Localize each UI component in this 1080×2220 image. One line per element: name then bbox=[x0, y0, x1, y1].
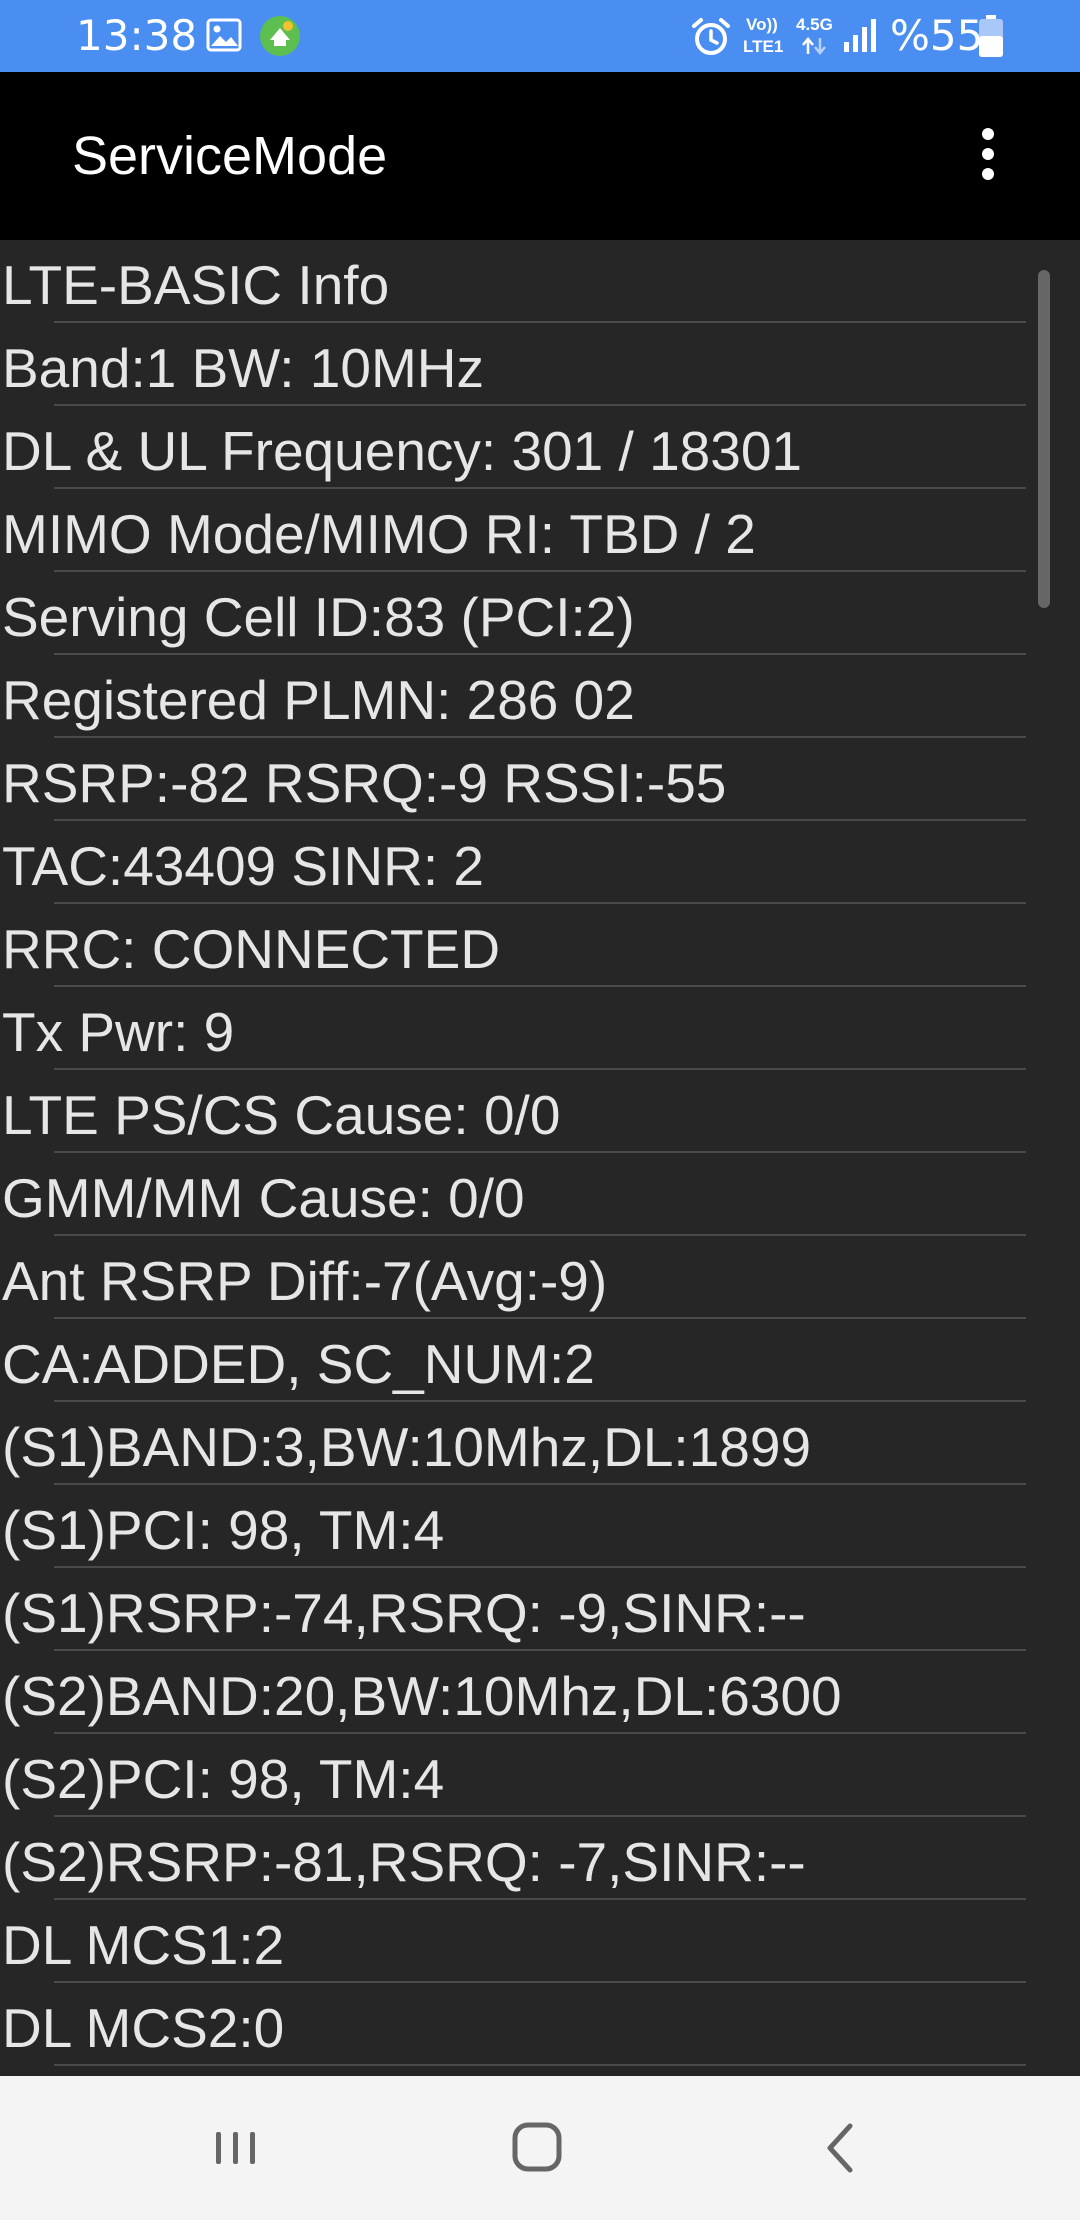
list-item: (S1)BAND:3,BW:10Mhz,DL:1899 bbox=[0, 1402, 1080, 1485]
list-item: CA:ADDED, SC_NUM:2 bbox=[0, 1319, 1080, 1402]
info-list[interactable]: LTE-BASIC Info Band:1 BW: 10MHz DL & UL Fr… bbox=[0, 240, 1080, 2076]
list-item: Serving Cell ID:83 (PCI:2) bbox=[0, 572, 1080, 655]
list-item: Tx Pwr: 9 bbox=[0, 987, 1080, 1070]
list-item: (S2)BAND:20,BW:10Mhz,DL:6300 bbox=[0, 1651, 1080, 1734]
list-item: Ant RSRP Diff:-7(Avg:-9) bbox=[0, 1236, 1080, 1319]
list-item-text: (S1)RSRP:-74,RSRQ: -9,SINR:-- bbox=[2, 1582, 806, 1644]
back-icon[interactable] bbox=[806, 2112, 878, 2184]
list-item: Band:1 BW: 10MHz bbox=[0, 323, 1080, 406]
network-gen-label: 4.5G bbox=[796, 15, 833, 34]
list-item: (S1)PCI: 98, TM:4 bbox=[0, 1485, 1080, 1568]
list-item-text: Band:1 BW: 10MHz bbox=[2, 337, 484, 399]
list-item: (S2)RSRP:-81,RSRQ: -7,SINR:-- bbox=[0, 1817, 1080, 1900]
battery-icon bbox=[978, 14, 1004, 63]
list-item-text: (S1)BAND:3,BW:10Mhz,DL:1899 bbox=[2, 1416, 812, 1478]
list-item-text: CA:ADDED, SC_NUM:2 bbox=[2, 1333, 595, 1395]
list-item-text: RRC: CONNECTED bbox=[2, 918, 501, 980]
battery-percent: %55 bbox=[890, 11, 984, 60]
list-item: (S1)RSRP:-74,RSRQ: -9,SINR:-- bbox=[0, 1568, 1080, 1651]
lte-label: LTE1 bbox=[743, 37, 784, 56]
list-item-text: (S2)BAND:20,BW:10Mhz,DL:6300 bbox=[2, 1665, 842, 1727]
screen: 13:38 Vo)) LTE1 4.5G %55 ServiceMode LTE… bbox=[0, 0, 1080, 2220]
status-bar: 13:38 Vo)) LTE1 4.5G %55 bbox=[0, 0, 1080, 72]
alarm-icon bbox=[690, 16, 732, 63]
app-notification-icon bbox=[258, 14, 302, 63]
gallery-icon bbox=[206, 18, 242, 57]
list-item-text: Serving Cell ID:83 (PCI:2) bbox=[2, 586, 635, 648]
list-item-text: DL MCS2:0 bbox=[2, 1997, 285, 2059]
list-item-text: DL & UL Frequency: 301 / 18301 bbox=[2, 420, 803, 482]
status-time: 13:38 bbox=[76, 11, 198, 60]
home-icon[interactable] bbox=[502, 2112, 574, 2184]
list-item-text: LTE-BASIC Info bbox=[2, 254, 390, 316]
list-item-text: (S2)PCI: 98, TM:4 bbox=[2, 1748, 445, 1810]
list-item: LTE-BASIC Info bbox=[0, 240, 1080, 323]
list-item: (S2)PCI: 98, TM:4 bbox=[0, 1734, 1080, 1817]
list-item-text: Ant RSRP Diff:-7(Avg:-9) bbox=[2, 1250, 608, 1312]
nav-bar bbox=[0, 2076, 1080, 2220]
list-item: RRC: CONNECTED bbox=[0, 904, 1080, 987]
scrollbar[interactable] bbox=[1038, 270, 1050, 608]
list-item: RSRP:-82 RSRQ:-9 RSSI:-55 bbox=[0, 738, 1080, 821]
list-item-text: TAC:43409 SINR: 2 bbox=[2, 835, 484, 897]
list-item: GMM/MM Cause: 0/0 bbox=[0, 1153, 1080, 1236]
list-item-text: LTE PS/CS Cause: 0/0 bbox=[2, 1084, 561, 1146]
list-item-text: Registered PLMN: 286 02 bbox=[2, 669, 635, 731]
signal-icon bbox=[842, 18, 878, 59]
list-item: DL MCS2:0 bbox=[0, 1983, 1080, 2066]
more-vert-icon[interactable] bbox=[960, 122, 1016, 186]
list-item bbox=[0, 2066, 1080, 2076]
list-item-text: (S2)RSRP:-81,RSRQ: -7,SINR:-- bbox=[2, 1831, 806, 1893]
list-item: TAC:43409 SINR: 2 bbox=[0, 821, 1080, 904]
list-item-text: DL MCS1:2 bbox=[2, 1914, 285, 1976]
list-item: LTE PS/CS Cause: 0/0 bbox=[0, 1070, 1080, 1153]
list-item-text: MIMO Mode/MIMO RI: TBD / 2 bbox=[2, 503, 756, 565]
app-title: ServiceMode bbox=[72, 126, 388, 186]
volte-icon: Vo)) bbox=[746, 15, 778, 34]
list-item-text: GMM/MM Cause: 0/0 bbox=[2, 1167, 525, 1229]
app-bar: ServiceMode bbox=[0, 72, 1080, 240]
list-item: MIMO Mode/MIMO RI: TBD / 2 bbox=[0, 489, 1080, 572]
list-item: DL MCS1:2 bbox=[0, 1900, 1080, 1983]
list-item-text: RSRP:-82 RSRQ:-9 RSSI:-55 bbox=[2, 752, 727, 814]
list-item: Registered PLMN: 286 02 bbox=[0, 655, 1080, 738]
list-item: DL & UL Frequency: 301 / 18301 bbox=[0, 406, 1080, 489]
list-item-text: (S1)PCI: 98, TM:4 bbox=[2, 1499, 445, 1561]
recent-apps-icon[interactable] bbox=[200, 2112, 272, 2184]
list-item-text: Tx Pwr: 9 bbox=[2, 1001, 235, 1063]
data-arrows-icon bbox=[800, 36, 830, 61]
